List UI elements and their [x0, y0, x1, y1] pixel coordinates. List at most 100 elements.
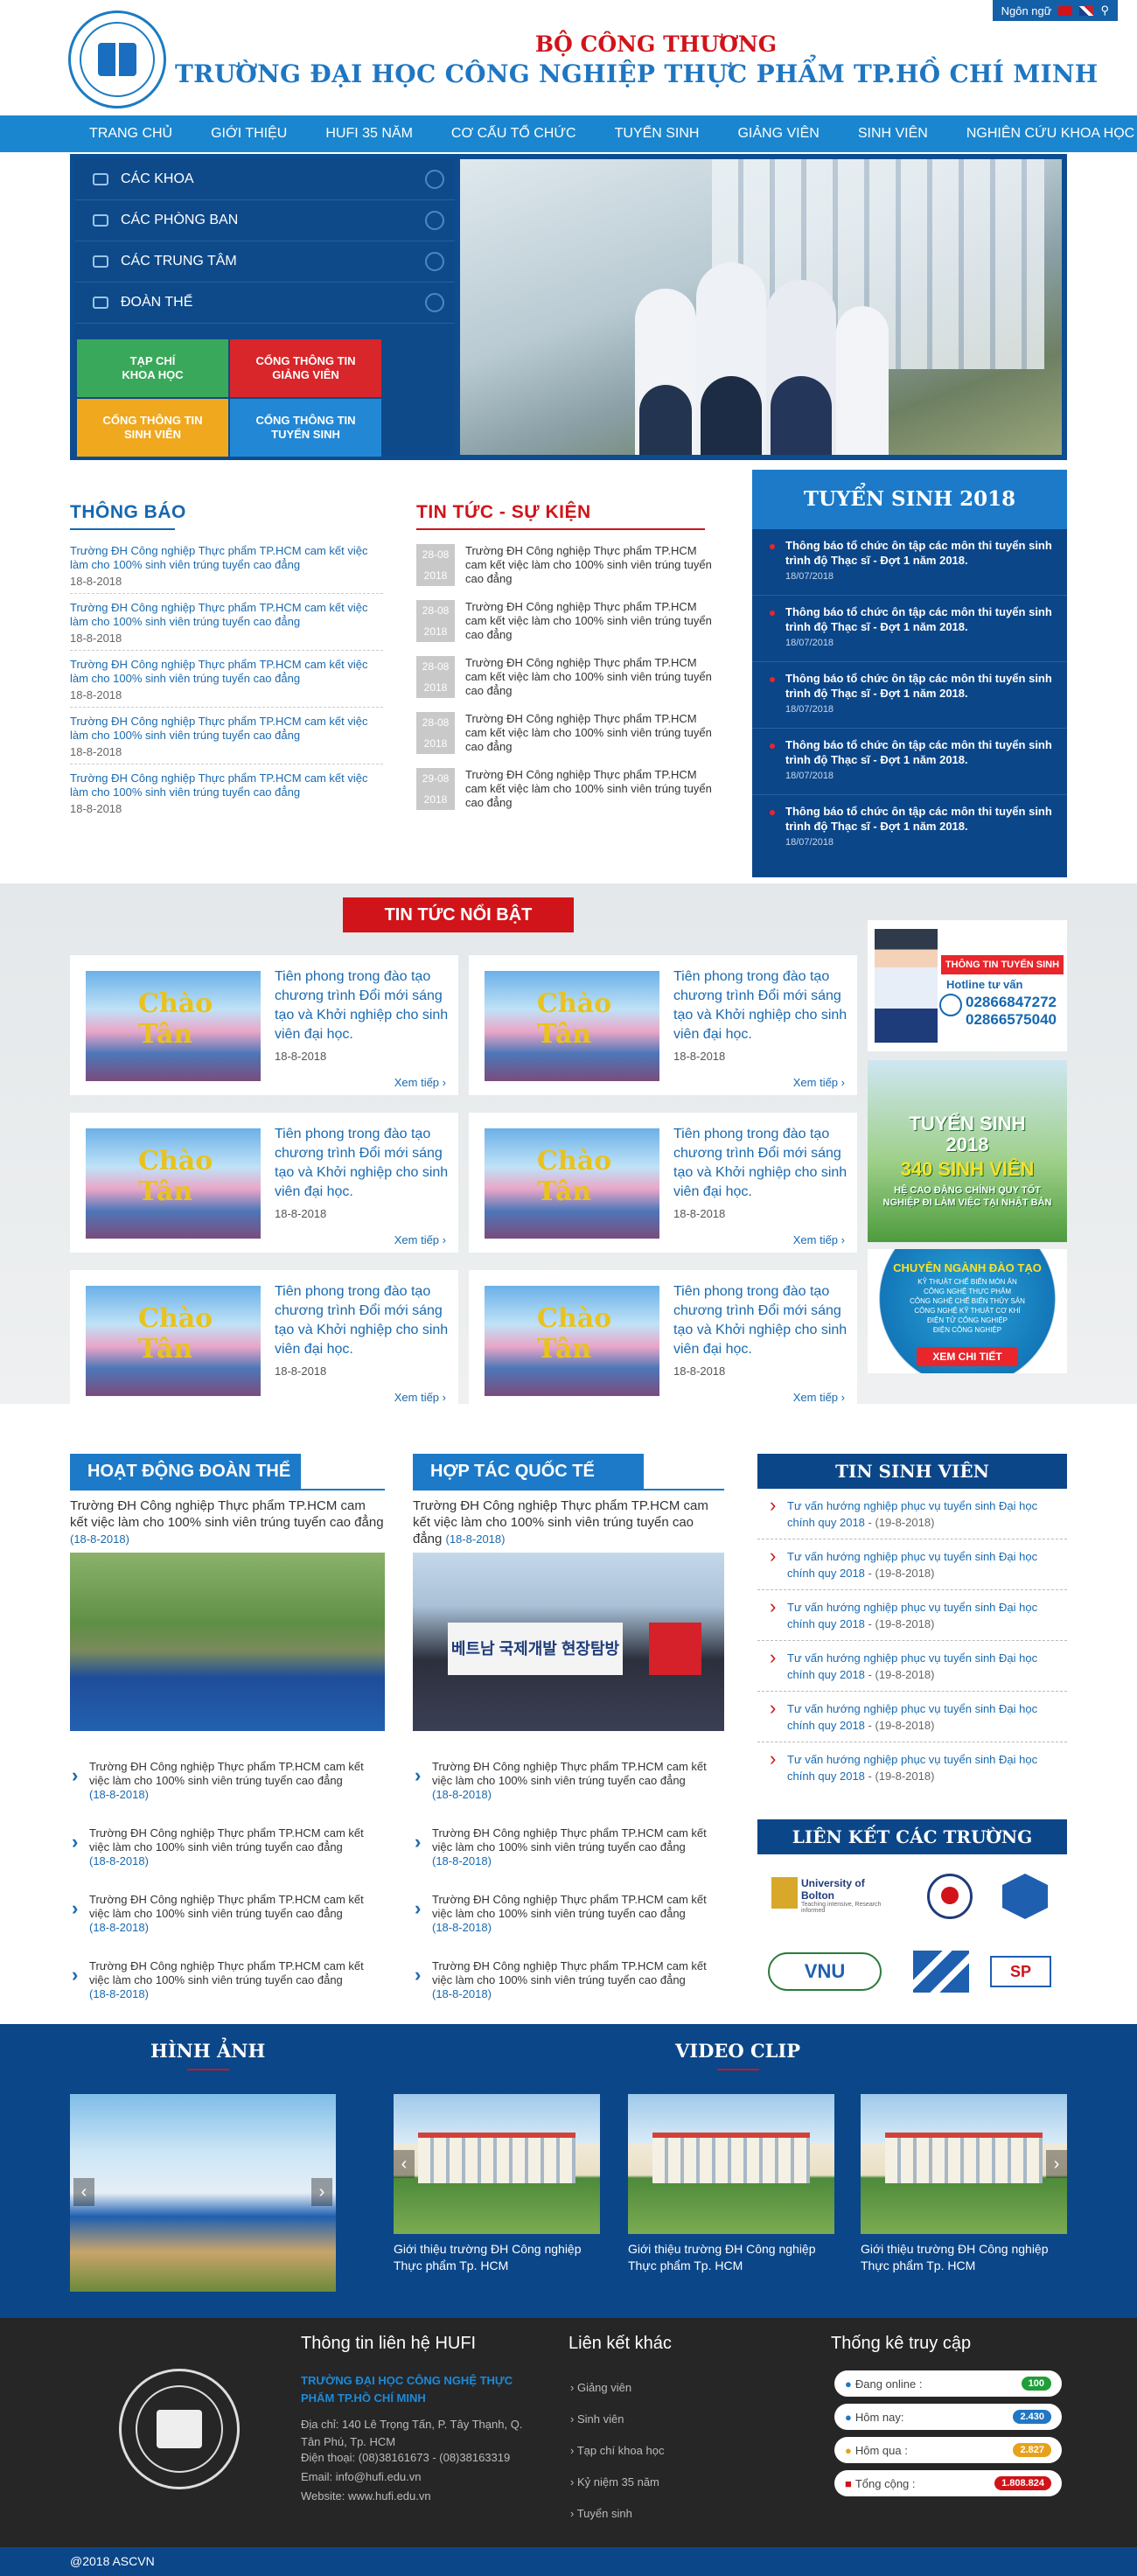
- union-item[interactable]: Trường ĐH Công nghiệp Thực phẩm TP.HCM c…: [70, 1752, 385, 1819]
- featured-card-title[interactable]: Tiên phong trong đào tạo chương trình Đổ…: [275, 1282, 450, 1359]
- training-majors-banner[interactable]: CHUYÊN NGÀNH ĐÀO TẠO KỸ THUẬT CHẾ BIẾN M…: [868, 1249, 1067, 1373]
- nav-item-organization[interactable]: CƠ CẤU TỔ CHỨC: [432, 115, 596, 152]
- footer-link[interactable]: › Sinh viên: [570, 2412, 624, 2426]
- university-shield-logo[interactable]: [1002, 1874, 1048, 1919]
- tile-science-journal[interactable]: TẠP CHÍ KHOA HỌC: [77, 339, 228, 397]
- video-thumbnail[interactable]: [628, 2094, 834, 2234]
- menu-item-departments[interactable]: CÁC PHÒNG BAN: [75, 200, 455, 241]
- featured-card[interactable]: Chào Tân Tiên phong trong đào tạo chương …: [70, 955, 458, 1095]
- news-item[interactable]: 28-08 2018 Trường ĐH Công nghiệp Thực phẩm…: [416, 544, 714, 586]
- read-more-link[interactable]: Xem tiếp ›: [793, 1233, 845, 1246]
- footer-link[interactable]: › Tuyển sinh: [570, 2507, 632, 2520]
- admission-hotline-banner[interactable]: THÔNG TIN TUYỂN SINH Hotline tư vấn 0286…: [868, 920, 1067, 1051]
- read-more-link[interactable]: Xem tiếp ›: [793, 1076, 845, 1089]
- international-item[interactable]: Trường ĐH Công nghiệp Thực phẩm TP.HCM c…: [413, 1885, 724, 1951]
- featured-image[interactable]: Chào Tân: [485, 1286, 659, 1396]
- tile-lecturer-portal[interactable]: CỔNG THÔNG TIN GIẢNG VIÊN: [230, 339, 381, 397]
- vnu-logo[interactable]: VNU: [768, 1952, 882, 1991]
- read-more-link[interactable]: Xem tiếp ›: [394, 1076, 446, 1089]
- video-caption[interactable]: Giới thiệu trường ĐH Công nghiệp Thực ph…: [394, 2241, 600, 2274]
- notice-item[interactable]: Trường ĐH Công nghiệp Thực phẩm TP.HCM c…: [70, 594, 383, 651]
- international-lead[interactable]: Trường ĐH Công nghiệp Thực phẩm TP.HCM c…: [413, 1497, 724, 1547]
- featured-card-title[interactable]: Tiên phong trong đào tạo chương trình Đổ…: [275, 967, 450, 1044]
- footer-email[interactable]: Email: info@hufi.edu.vn: [301, 2470, 422, 2483]
- featured-card[interactable]: Chào Tân Tiên phong trong đào tạo chương …: [469, 955, 857, 1095]
- featured-card-title[interactable]: Tiên phong trong đào tạo chương trình Đổ…: [673, 1125, 848, 1202]
- nav-item-research[interactable]: NGHIÊN CỨU KHOA HỌC: [947, 115, 1137, 152]
- read-more-link[interactable]: Xem tiếp ›: [394, 1233, 446, 1246]
- admission-item[interactable]: Thông báo tổ chức ôn tập các môn thi tuy…: [752, 795, 1067, 862]
- nav-item-admissions[interactable]: TUYỂN SINH: [596, 115, 719, 152]
- footer-link[interactable]: › Kỷ niệm 35 năm: [570, 2475, 659, 2489]
- chevron-left-icon[interactable]: ‹: [394, 2150, 415, 2178]
- menu-item-faculties[interactable]: CÁC KHOA: [75, 159, 455, 200]
- news-item[interactable]: 28-08 2018 Trường ĐH Công nghiệp Thực phẩm…: [416, 712, 714, 754]
- featured-card[interactable]: Chào Tân Tiên phong trong đào tạo chương …: [70, 1113, 458, 1253]
- tile-admission-portal[interactable]: CỔNG THÔNG TIN TUYỂN SINH: [230, 399, 381, 457]
- featured-card-title[interactable]: Tiên phong trong đào tạo chương trình Đổ…: [275, 1125, 450, 1202]
- notice-item[interactable]: Trường ĐH Công nghiệp Thực phẩm TP.HCM c…: [70, 764, 383, 820]
- chevron-right-icon[interactable]: ›: [311, 2178, 332, 2206]
- featured-image[interactable]: Chào Tân: [86, 1128, 261, 1239]
- student-news-item[interactable]: Tư vấn hướng nghiệp phục vụ tuyển sinh Đ…: [757, 1692, 1067, 1742]
- read-more-link[interactable]: Xem tiếp ›: [793, 1391, 845, 1404]
- admission-item[interactable]: Thông báo tổ chức ôn tập các môn thi tuy…: [752, 529, 1067, 596]
- video-caption[interactable]: Giới thiệu trường ĐH Công nghiệp Thực ph…: [628, 2241, 834, 2274]
- student-news-item[interactable]: Tư vấn hướng nghiệp phục vụ tuyển sinh Đ…: [757, 1539, 1067, 1590]
- nav-item-about[interactable]: GIỚI THIỆU: [192, 115, 306, 152]
- international-item[interactable]: Trường ĐH Công nghiệp Thực phẩm TP.HCM c…: [413, 1819, 724, 1885]
- view-details-button[interactable]: XEM CHI TIẾT: [917, 1347, 1018, 1366]
- admission-item[interactable]: Thông báo tổ chức ôn tập các môn thi tuy…: [752, 729, 1067, 795]
- featured-card-title[interactable]: Tiên phong trong đào tạo chương trình Đổ…: [673, 1282, 848, 1359]
- chevron-right-icon[interactable]: ›: [1046, 2150, 1067, 2178]
- student-news-item[interactable]: Tư vấn hướng nghiệp phục vụ tuyển sinh Đ…: [757, 1590, 1067, 1641]
- international-photo[interactable]: 베트남 국제개발 현장탐방: [413, 1553, 724, 1731]
- notice-item[interactable]: Trường ĐH Công nghiệp Thực phẩm TP.HCM c…: [70, 651, 383, 708]
- featured-card-title[interactable]: Tiên phong trong đào tạo chương trình Đổ…: [673, 967, 848, 1044]
- student-news-item[interactable]: Tư vấn hướng nghiệp phục vụ tuyển sinh Đ…: [757, 1641, 1067, 1692]
- student-news-item[interactable]: Tư vấn hướng nghiệp phục vụ tuyển sinh Đ…: [757, 1489, 1067, 1539]
- tile-student-portal[interactable]: CỔNG THÔNG TIN SINH VIÊN: [77, 399, 228, 457]
- international-item[interactable]: Trường ĐH Công nghiệp Thực phẩm TP.HCM c…: [413, 1752, 724, 1819]
- union-item[interactable]: Trường ĐH Công nghiệp Thực phẩm TP.HCM c…: [70, 1885, 385, 1951]
- featured-card[interactable]: Chào Tân Tiên phong trong đào tạo chương …: [469, 1113, 857, 1253]
- notice-item[interactable]: Trường ĐH Công nghiệp Thực phẩm TP.HCM c…: [70, 708, 383, 764]
- menu-item-centers[interactable]: CÁC TRUNG TÂM: [75, 241, 455, 283]
- featured-card[interactable]: Chào Tân Tiên phong trong đào tạo chương …: [70, 1270, 458, 1410]
- news-item[interactable]: 29-08 2018 Trường ĐH Công nghiệp Thực phẩm…: [416, 768, 714, 810]
- union-item[interactable]: Trường ĐH Công nghiệp Thực phẩm TP.HCM c…: [70, 1819, 385, 1885]
- menu-item-unions[interactable]: ĐOÀN THỂ: [75, 283, 455, 324]
- admission-item[interactable]: Thông báo tổ chức ôn tập các môn thi tuy…: [752, 596, 1067, 662]
- student-news-item[interactable]: Tư vấn hướng nghiệp phục vụ tuyển sinh Đ…: [757, 1742, 1067, 1793]
- nav-item-students[interactable]: SINH VIÊN: [839, 115, 947, 152]
- admission-item[interactable]: Thông báo tổ chức ôn tập các môn thi tuy…: [752, 662, 1067, 729]
- video-caption[interactable]: Giới thiệu trường ĐH Công nghiệp Thực ph…: [861, 2241, 1067, 2274]
- bolton-logo[interactable]: University of Bolton Teaching intensive,…: [771, 1877, 882, 1914]
- featured-image[interactable]: Chào Tân: [485, 971, 659, 1081]
- video-thumbnail[interactable]: ‹: [394, 2094, 600, 2234]
- featured-image[interactable]: Chào Tân: [485, 1128, 659, 1239]
- japan-program-banner[interactable]: TUYỂN SINH 2018 340 SINH VIÊN HỆ CAO ĐẲN…: [868, 1060, 1067, 1242]
- news-item[interactable]: 28-08 2018 Trường ĐH Công nghiệp Thực phẩm…: [416, 600, 714, 642]
- nav-item-home[interactable]: TRANG CHỦ: [70, 115, 192, 152]
- sp-logo[interactable]: SP: [990, 1956, 1051, 1987]
- footer-website[interactable]: Website: www.hufi.edu.vn: [301, 2489, 431, 2503]
- read-more-link[interactable]: Xem tiếp ›: [394, 1391, 446, 1404]
- featured-image[interactable]: Chào Tân: [86, 1286, 261, 1396]
- university-seal-logo[interactable]: [927, 1874, 973, 1919]
- footer-link[interactable]: › Giảng viên: [570, 2381, 631, 2394]
- news-item[interactable]: 28-08 2018 Trường ĐH Công nghiệp Thực phẩm…: [416, 656, 714, 698]
- notice-item[interactable]: Trường ĐH Công nghiệp Thực phẩm TP.HCM c…: [70, 537, 383, 594]
- photo-slider[interactable]: ‹ ›: [70, 2094, 336, 2292]
- union-lead[interactable]: Trường ĐH Công nghiệp Thực phẩm TP.HCM c…: [70, 1497, 385, 1547]
- video-thumbnail[interactable]: ›: [861, 2094, 1067, 2234]
- featured-image[interactable]: Chào Tân: [86, 971, 261, 1081]
- international-item[interactable]: Trường ĐH Công nghiệp Thực phẩm TP.HCM c…: [413, 1951, 724, 2018]
- union-photo[interactable]: [70, 1553, 385, 1731]
- footer-link[interactable]: › Tạp chí khoa học: [570, 2444, 664, 2457]
- nav-item-lecturers[interactable]: GIẢNG VIÊN: [718, 115, 838, 152]
- nav-item-35-years[interactable]: HUFI 35 NĂM: [306, 115, 432, 152]
- chevron-left-icon[interactable]: ‹: [73, 2178, 94, 2206]
- featured-card[interactable]: Chào Tân Tiên phong trong đào tạo chương …: [469, 1270, 857, 1410]
- union-item[interactable]: Trường ĐH Công nghiệp Thực phẩm TP.HCM c…: [70, 1951, 385, 2018]
